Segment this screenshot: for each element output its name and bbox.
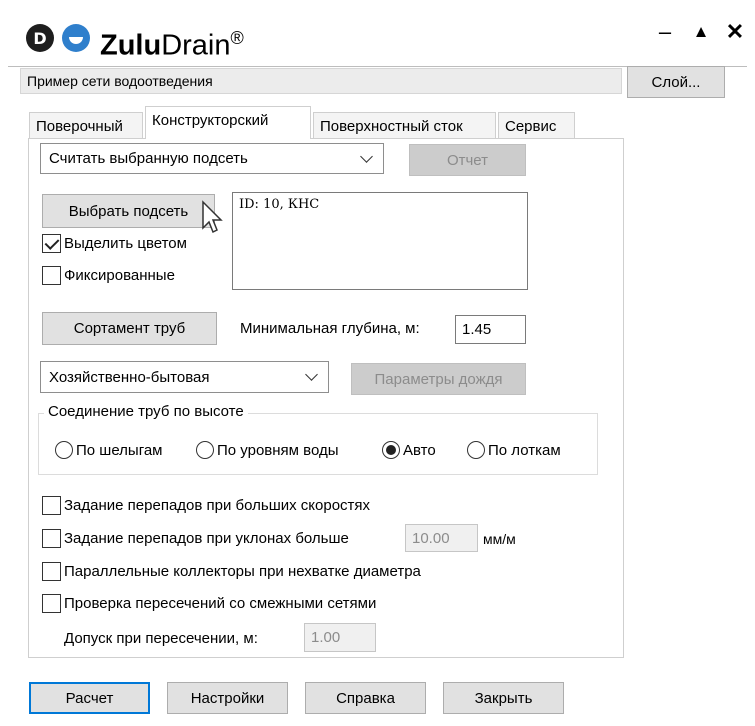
mode-select[interactable]: Считать выбранную подсеть: [40, 143, 384, 174]
report-button[interactable]: Отчет: [409, 144, 526, 176]
radio-invert[interactable]: По лоткам: [467, 441, 561, 459]
slope-threshold-input[interactable]: 10.00: [405, 524, 478, 552]
checkbox-icon[interactable]: [42, 266, 61, 285]
maximize-button[interactable]: ▲: [688, 18, 714, 46]
brand-reg: ®: [230, 28, 244, 48]
tab-surface-runoff[interactable]: Поверхностный сток: [313, 112, 496, 138]
app-logo-d-icon: D: [26, 24, 54, 52]
calculate-button[interactable]: Расчет: [29, 682, 150, 714]
checkbox-checked-icon[interactable]: [42, 234, 61, 253]
mouse-cursor-icon: [202, 200, 223, 234]
radio-invert-label: По лоткам: [488, 441, 561, 459]
tab-design[interactable]: Конструкторский: [145, 106, 311, 139]
fixed-checkbox[interactable]: Фиксированные: [42, 266, 175, 285]
intersection-tolerance-label: Допуск при пересечении, м:: [64, 630, 258, 647]
pipe-range-button[interactable]: Сортамент труб: [42, 312, 217, 345]
network-type-select[interactable]: Хозяйственно-бытовая: [40, 361, 329, 393]
drops-slope-checkbox[interactable]: Задание перепадов при уклонах больше: [42, 529, 349, 548]
radio-crown-label: По шелыгам: [76, 441, 163, 459]
pipe-connection-legend: Соединение труб по высоте: [44, 403, 248, 420]
checkbox-icon[interactable]: [42, 529, 61, 548]
min-depth-input[interactable]: 1.45: [455, 315, 526, 344]
brand-light: Drain: [161, 29, 231, 62]
select-subnet-button[interactable]: Выбрать подсеть: [42, 194, 215, 228]
intersection-tolerance-input[interactable]: 1.00: [304, 623, 376, 652]
close-window-button[interactable]: ✕: [722, 18, 748, 46]
min-depth-label: Минимальная глубина, м:: [240, 320, 420, 337]
checkbox-icon[interactable]: [42, 594, 61, 613]
app-logo-drop-icon: [62, 24, 90, 52]
radio-water-level-label: По уровням воды: [217, 441, 339, 459]
close-button[interactable]: Закрыть: [443, 682, 564, 714]
tab-service[interactable]: Сервис: [498, 112, 575, 138]
chevron-down-icon: [360, 149, 373, 163]
fixed-label: Фиксированные: [64, 267, 175, 284]
radio-auto-label: Авто: [403, 441, 436, 459]
network-type-value: Хозяйственно-бытовая: [49, 368, 210, 386]
highlight-color-label: Выделить цветом: [64, 235, 187, 252]
radio-icon[interactable]: [467, 441, 485, 459]
rain-params-button[interactable]: Параметры дождя: [351, 363, 526, 395]
settings-button[interactable]: Настройки: [167, 682, 288, 714]
intersection-check-checkbox[interactable]: Проверка пересечений со смежными сетями: [42, 594, 376, 613]
layer-button[interactable]: Слой...: [627, 66, 725, 98]
minimize-button[interactable]: –: [652, 18, 678, 46]
parallel-collectors-checkbox[interactable]: Параллельные коллекторы при нехватке диа…: [42, 562, 421, 581]
radio-crown[interactable]: По шелыгам: [55, 441, 163, 459]
slope-unit-label: мм/м: [483, 531, 516, 547]
drops-high-speed-label: Задание перепадов при больших скоростях: [64, 497, 371, 514]
intersection-check-label: Проверка пересечений со смежными сетями: [64, 595, 377, 612]
network-name-field: Пример сети водоотведения: [20, 68, 622, 94]
checkbox-icon[interactable]: [42, 496, 61, 515]
parallel-collectors-label: Параллельные коллекторы при нехватке диа…: [64, 563, 421, 580]
drops-slope-label: Задание перепадов при уклонах больше: [64, 530, 349, 547]
drops-high-speed-checkbox[interactable]: Задание перепадов при больших скоростях: [42, 496, 370, 515]
checkbox-icon[interactable]: [42, 562, 61, 581]
brand-bold: Zulu: [100, 29, 162, 62]
logo-letter: D: [33, 28, 47, 48]
help-button[interactable]: Справка: [305, 682, 426, 714]
highlight-color-checkbox[interactable]: Выделить цветом: [42, 234, 187, 253]
tab-verification[interactable]: Поверочный: [29, 112, 143, 138]
radio-icon[interactable]: [196, 441, 214, 459]
app-title: ZuluDrain®: [100, 20, 244, 64]
radio-icon[interactable]: [55, 441, 73, 459]
radio-selected-icon[interactable]: [382, 441, 400, 459]
list-item[interactable]: ID: 10, КНС: [239, 197, 521, 212]
mode-select-value: Считать выбранную подсеть: [49, 150, 248, 167]
radio-auto[interactable]: Авто: [382, 441, 436, 459]
chevron-down-icon: [305, 368, 318, 381]
subnet-listbox[interactable]: ID: 10, КНС: [232, 192, 528, 290]
radio-water-level[interactable]: По уровням воды: [196, 441, 339, 459]
